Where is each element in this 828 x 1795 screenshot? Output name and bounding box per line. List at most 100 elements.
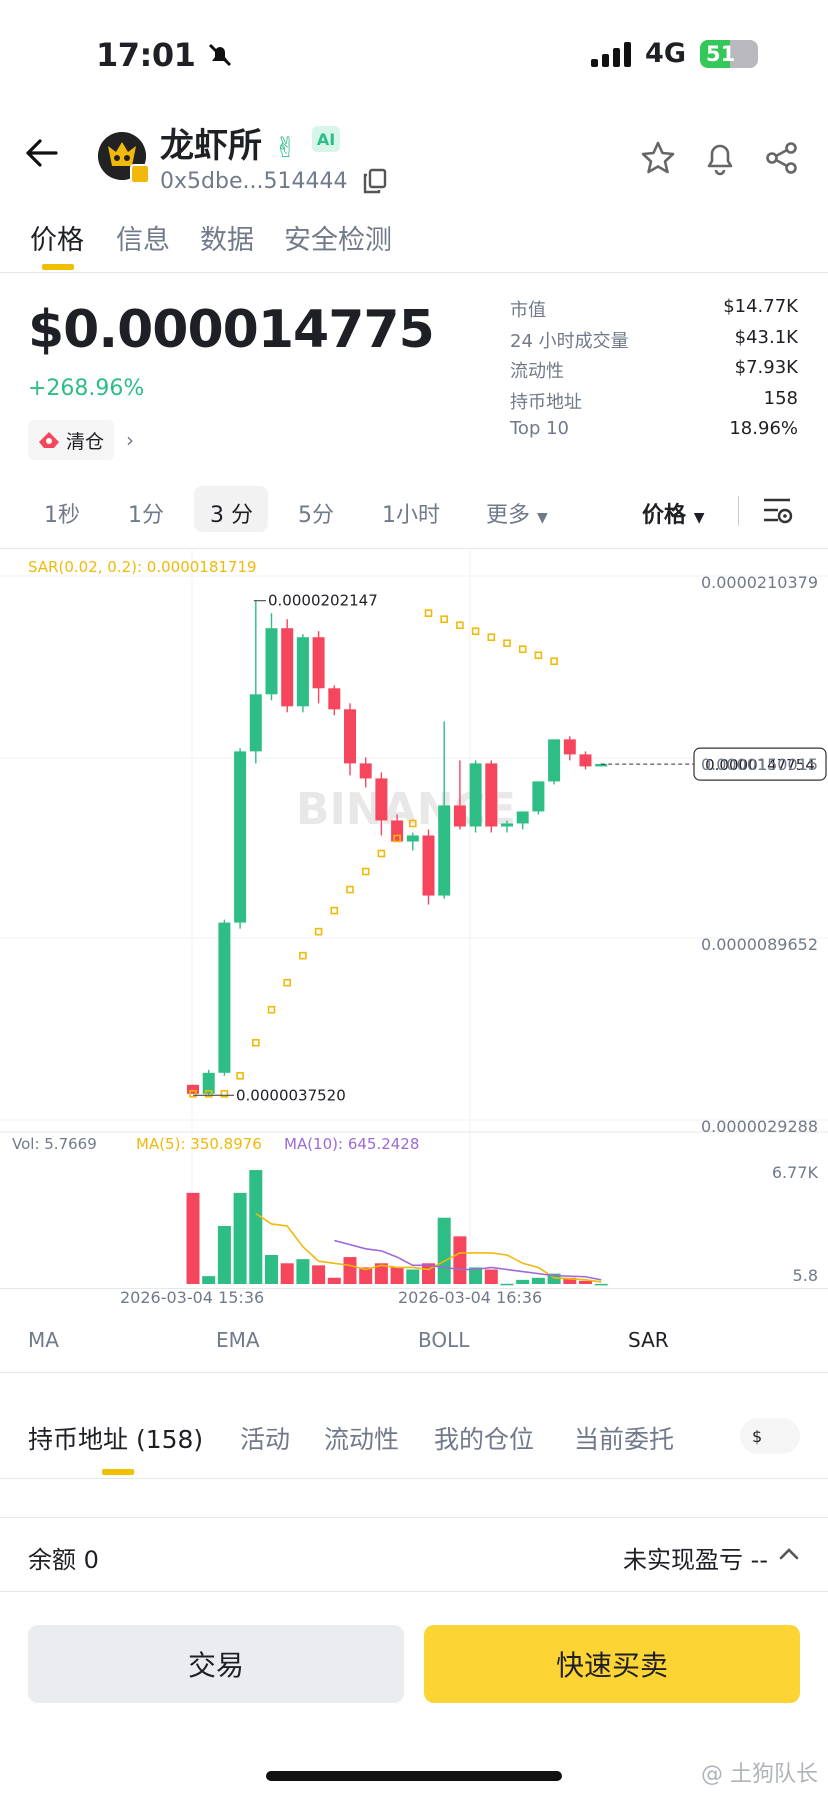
battery-icon: 51 [700,39,758,68]
volume-label: Vol: 5.7669 [12,1135,97,1153]
candle-body [187,1084,199,1094]
token-name: 龙虾所 ✌ [160,126,298,166]
stat-top10: Top 10 18.96% [510,418,798,439]
stat-holders: 持币地址 158 [510,387,798,413]
candle-body [218,922,231,1073]
candle-body [422,835,435,896]
tab-data[interactable]: 数据 [200,218,254,257]
candle-body [532,781,545,812]
candle-body [359,763,372,779]
sar-dot [252,1038,260,1047]
network-type: 4G [645,38,686,69]
indicator-sar[interactable]: SAR [628,1328,669,1352]
volume-bar [500,1283,514,1286]
home-indicator[interactable] [266,1771,562,1781]
silent-bell-icon [208,43,232,67]
interval-more[interactable]: 更多 ▼ [486,497,548,529]
sar-dot [487,633,496,642]
sar-dot [236,1072,244,1080]
tab-holders[interactable]: 持币地址 (158) [28,1420,203,1456]
candle-body [328,688,341,710]
contract-address[interactable]: 0x5dbe...514444 [160,168,388,194]
price-chart[interactable]: SAR(0.02, 0.2): 0.0000181719 BINANCE 0.0… [0,548,828,1288]
interval-5m[interactable]: 5分 [298,497,334,529]
volume-bar [531,1277,545,1284]
currency-toggle[interactable]: $ [740,1418,800,1454]
divider [0,1372,828,1373]
candle-body [469,763,482,827]
candle-body [516,811,529,824]
candle-body [281,628,294,707]
y-axis-tick-label: 0.0000029288 [701,1117,818,1136]
quick-trade-button[interactable]: 快速买卖 [424,1625,800,1703]
tab-open-orders[interactable]: 当前委托 [574,1420,674,1456]
interval-1m[interactable]: 1分 [128,497,164,529]
sar-dot [440,615,449,623]
star-icon[interactable] [640,140,676,176]
tab-active-indicator [42,264,74,270]
indicator-ma[interactable]: MA [28,1328,59,1352]
stat-24h-volume: 24 小时成交量 $43.1K [510,326,798,352]
tab-activity[interactable]: 活动 [240,1420,290,1456]
indicator-boll[interactable]: BOLL [418,1328,469,1352]
divider [738,496,739,526]
high-price-label: 0.0000202147 [268,592,378,610]
clear-position-chip[interactable]: 清仓 [28,420,115,460]
bell-icon[interactable] [702,140,738,176]
candle-body [406,835,419,842]
watermark-text: @ 土狗队长 [701,1762,818,1787]
trade-button[interactable]: 交易 [28,1625,404,1703]
spacer [0,1479,828,1517]
sar-dot [299,951,307,960]
interval-1h[interactable]: 1小时 [382,497,440,529]
ma10-line [334,1239,602,1281]
sar-dot [361,867,370,876]
signal-icon [591,41,632,67]
y-axis-tick-label: 0.0000089652 [701,935,818,954]
ai-badge: AI [312,126,340,152]
volume-bar [484,1269,498,1284]
candle-body [453,805,466,827]
sar-dot [534,651,543,660]
unrealized-pnl: 未实现盈亏 -- [623,1546,768,1574]
volume-bar [406,1269,420,1284]
price-type-toggle[interactable]: 价格 ▼ [642,497,704,529]
chevron-up-icon[interactable] [778,1544,800,1564]
tab-price[interactable]: 价格 [30,218,84,257]
candle-body [234,751,247,923]
copy-icon[interactable] [362,168,388,194]
tab-my-position[interactable]: 我的仓位 [434,1420,534,1456]
sar-indicator-label: SAR(0.02, 0.2): 0.0000181719 [28,558,257,576]
sar-dot [346,885,354,894]
candle-body [438,805,451,896]
share-icon[interactable] [764,140,800,176]
volume-bar [296,1259,310,1284]
indicator-ema[interactable]: EMA [216,1328,260,1352]
stat-market-cap: 市值 $14.77K [510,296,798,321]
tab-security-check[interactable]: 安全检测 [284,218,392,257]
tab-liquidity[interactable]: 流动性 [324,1420,399,1456]
candle-body [391,820,404,842]
divider [0,1591,828,1592]
candle-body [375,778,388,821]
candle-body [344,709,356,764]
volume-bar [327,1277,341,1284]
volume-bar [579,1280,592,1284]
sar-dot [424,609,433,617]
sar-dot [314,927,323,936]
volume-bar [202,1276,216,1284]
dropdown-caret-icon: ▼ [537,510,548,526]
chevron-right-icon[interactable]: › [126,428,134,452]
candle-body [501,823,513,827]
tab-info[interactable]: 信息 [116,218,170,257]
dropdown-caret-icon: ▼ [693,510,705,526]
back-arrow-icon[interactable] [24,138,60,168]
divider [0,272,828,273]
sar-dot [518,645,527,654]
candle-body [249,694,262,752]
interval-1s[interactable]: 1秒 [44,497,80,529]
chart-settings-icon[interactable] [762,496,794,526]
chain-badge-icon [130,164,150,184]
volume-bar [265,1255,278,1284]
interval-3m[interactable]: 3 分 [210,497,253,529]
